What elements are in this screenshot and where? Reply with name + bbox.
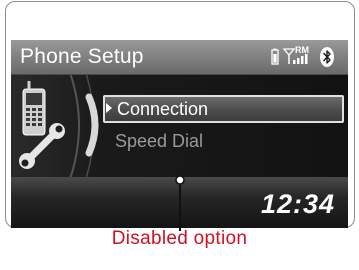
annotation-caption: Disabled option [111,228,248,249]
